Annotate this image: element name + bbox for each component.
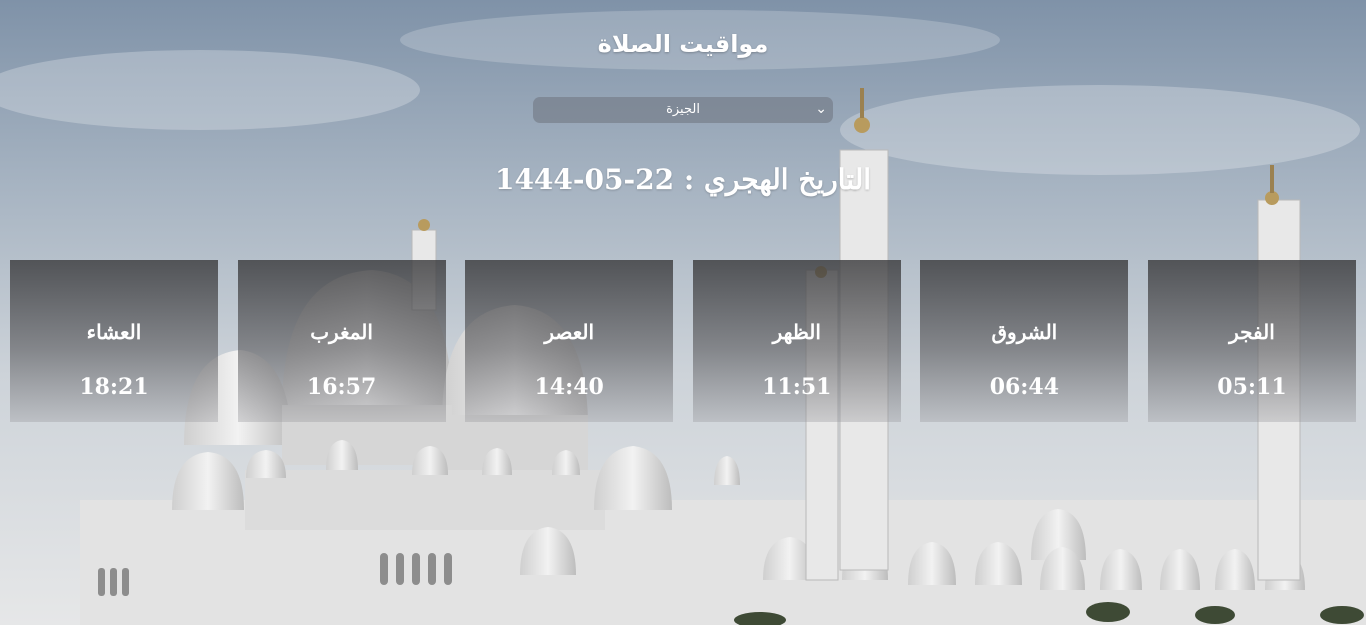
prayer-time: 11:51	[762, 374, 832, 400]
prayer-time: 05:11	[1217, 374, 1287, 400]
prayer-card-sunrise: الشروق 06:44	[920, 260, 1129, 422]
prayer-time: 14:40	[534, 374, 604, 400]
prayer-card-fajr: الفجر 05:11	[1147, 260, 1356, 422]
prayer-name: الظهر	[772, 320, 821, 344]
prayer-times-list: الفجر 05:11 الشروق 06:44 الظهر 11:51 الع…	[10, 260, 1356, 422]
prayer-name: الفجر	[1229, 320, 1275, 344]
prayer-card-maghrib: المغرب 16:57	[237, 260, 446, 422]
prayer-card-asr: العصر 14:40	[465, 260, 674, 422]
page-title: مواقيت الصلاة	[597, 30, 769, 58]
prayer-time: 16:57	[306, 374, 377, 400]
prayer-name: المغرب	[310, 320, 373, 344]
city-select-value: الجيزة	[666, 102, 700, 117]
prayer-name: العصر	[544, 320, 595, 344]
chevron-down-icon: ⌄	[815, 101, 827, 117]
prayer-name: الشروق	[991, 320, 1058, 344]
prayer-card-dhuhr: الظهر 11:51	[692, 260, 901, 422]
city-select-wrapper[interactable]: الجيزة ⌄	[533, 97, 833, 123]
prayer-name: العشاء	[86, 320, 142, 344]
hijri-date: التاريخ الهجري : 22-05-1444	[494, 163, 872, 196]
prayer-card-isha: العشاء 18:21	[10, 260, 218, 422]
prayer-time: 18:21	[79, 374, 149, 400]
prayer-time: 06:44	[989, 374, 1060, 400]
city-select[interactable]: الجيزة ⌄	[533, 97, 833, 123]
